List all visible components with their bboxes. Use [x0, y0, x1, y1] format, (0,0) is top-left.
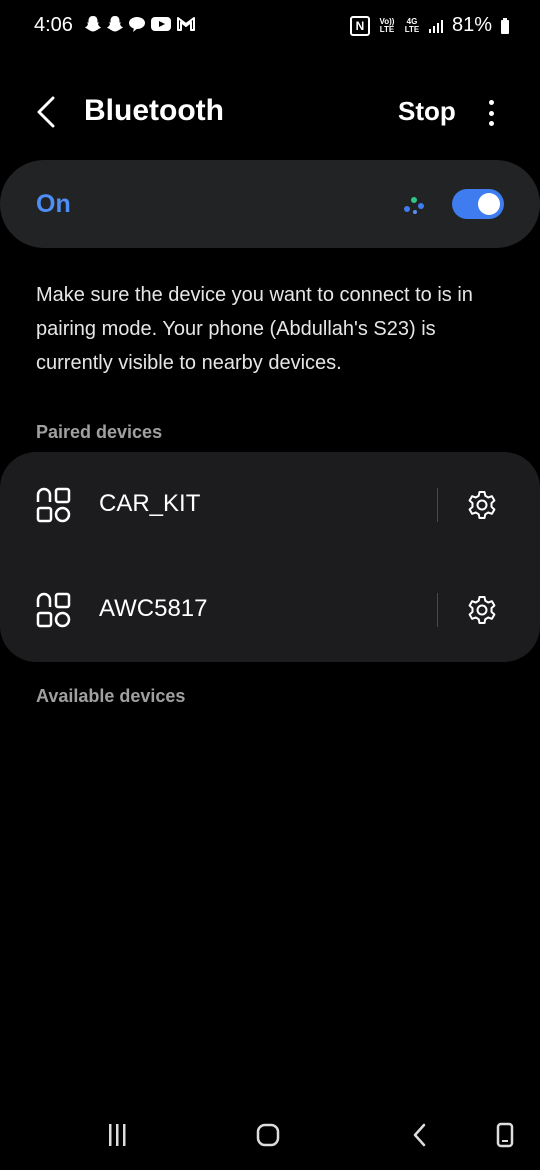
device-row[interactable]: AWC5817	[0, 557, 540, 662]
paired-devices-list: CAR_KIT AWC5817	[0, 452, 540, 662]
toggle-label: On	[36, 190, 71, 218]
more-options-button[interactable]	[478, 96, 504, 130]
more-dot	[488, 110, 494, 116]
gear-icon[interactable]	[466, 594, 498, 626]
stop-button[interactable]: Stop	[398, 96, 456, 127]
snapchat-icon	[84, 15, 102, 33]
status-bar: 4:06 N Vo)) LTE 4G LTE 81%	[0, 0, 540, 52]
available-devices-header: Available devices	[36, 686, 186, 706]
more-dot	[488, 100, 494, 105]
back-button[interactable]	[26, 92, 66, 132]
gear-icon[interactable]	[466, 489, 498, 521]
switch-knob	[478, 193, 500, 215]
home-button[interactable]	[251, 1118, 285, 1152]
divider	[437, 593, 438, 627]
battery-icon	[500, 17, 510, 35]
chat-icon	[128, 15, 146, 33]
pairing-description: Make sure the device you want to connect…	[36, 284, 473, 374]
device-type-icon	[36, 487, 71, 523]
back-nav-button[interactable]	[403, 1118, 437, 1152]
device-name: CAR_KIT	[99, 490, 201, 517]
home-icon	[256, 1123, 280, 1147]
paired-devices-header: Paired devices	[36, 422, 163, 442]
device-name: AWC5817	[99, 595, 208, 622]
snapchat-icon	[106, 15, 124, 33]
network-icon: 4G LTE	[404, 16, 420, 34]
youtube-icon	[150, 15, 172, 33]
chevron-left-icon	[37, 96, 55, 128]
nfc-icon: N	[349, 15, 370, 36]
divider	[437, 488, 438, 522]
rotate-button[interactable]	[488, 1118, 522, 1152]
more-dot	[488, 121, 494, 126]
phone-icon	[496, 1122, 514, 1148]
chevron-left-icon	[413, 1123, 426, 1147]
signal-icon	[428, 18, 444, 34]
volte-icon: Vo)) LTE	[379, 16, 395, 34]
recents-icon	[109, 1124, 126, 1146]
device-row[interactable]: CAR_KIT	[0, 452, 540, 557]
page-title: Bluetooth	[84, 94, 224, 127]
recent-apps-button[interactable]	[100, 1118, 134, 1152]
device-type-icon	[36, 592, 71, 628]
bluetooth-switch[interactable]	[452, 189, 504, 219]
status-right: N Vo)) LTE 4G LTE 81%	[349, 14, 510, 37]
battery-percent: 81%	[451, 14, 492, 36]
scanning-icon	[404, 197, 424, 214]
gmail-icon	[176, 15, 196, 33]
notification-icons	[84, 15, 196, 33]
system-nav-bar	[0, 1100, 540, 1170]
app-header: Bluetooth Stop	[0, 80, 540, 146]
status-time: 4:06	[34, 14, 73, 36]
